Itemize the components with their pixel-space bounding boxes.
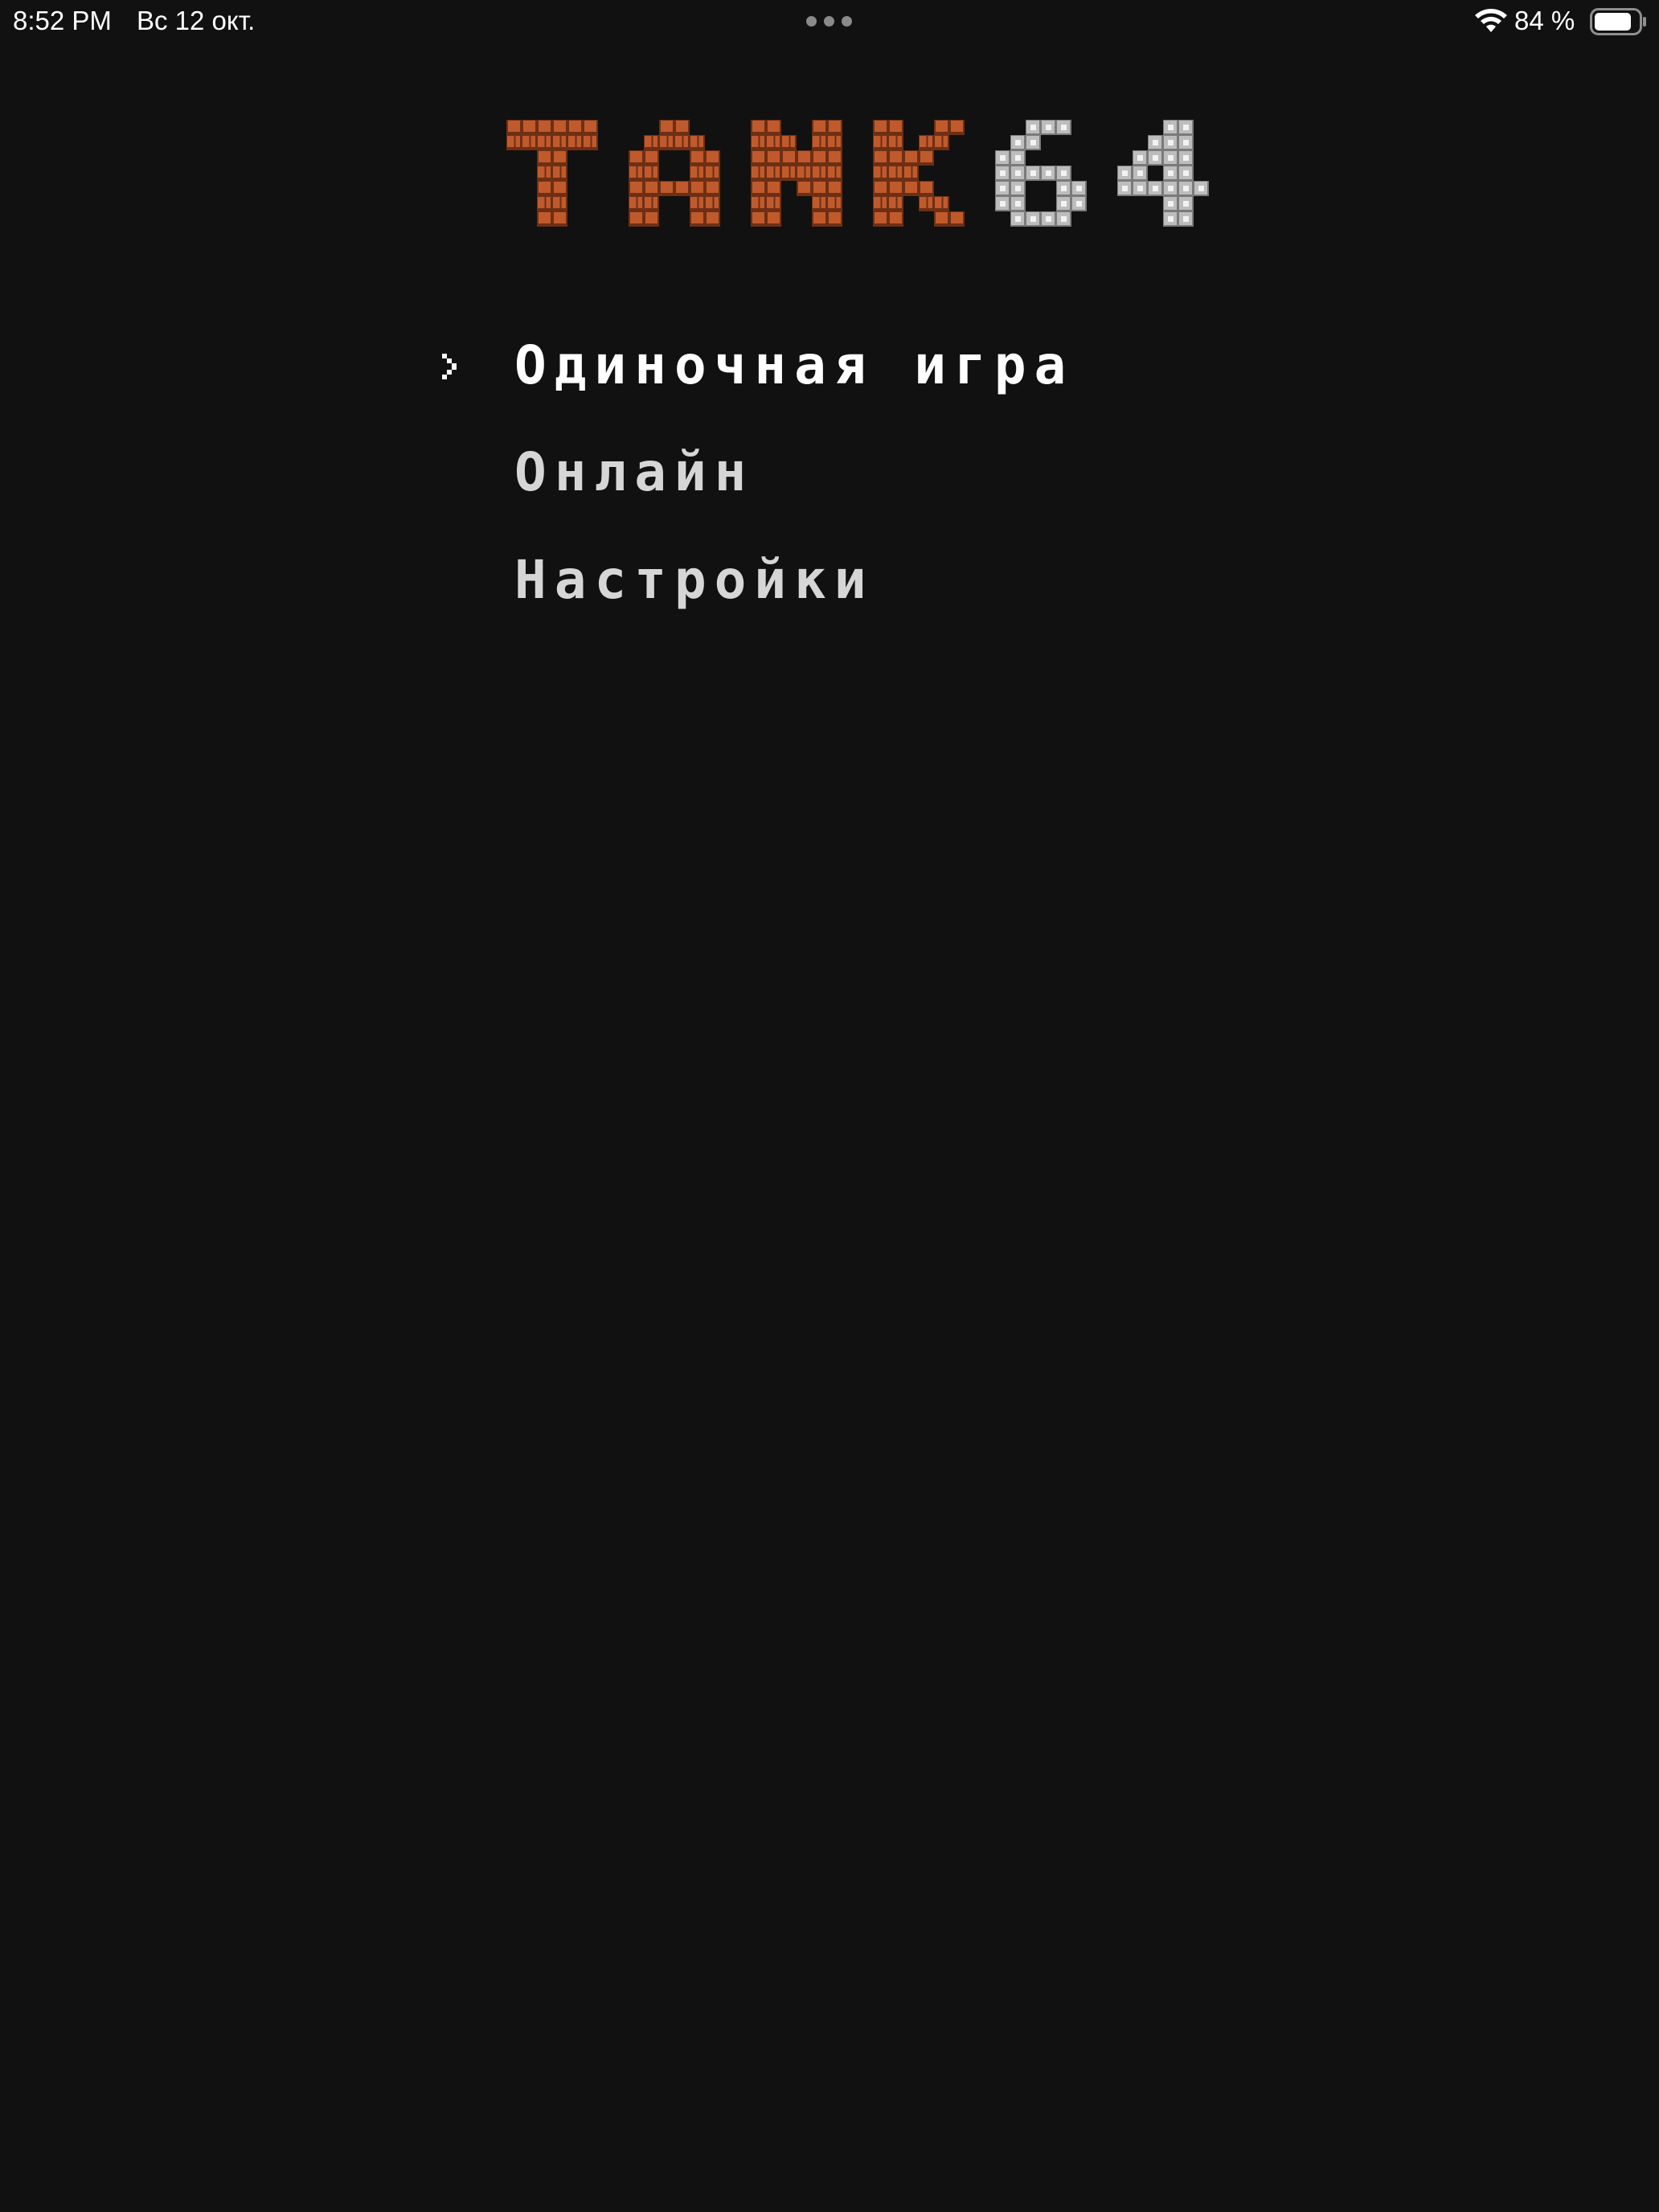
status-time: 8:52 PM [13, 6, 112, 35]
status-bar: 8:52 PM Вс 12 окт. 84 % [0, 0, 1659, 42]
menu-item-online[interactable]: Онлайн [514, 440, 754, 505]
wifi-icon [1475, 9, 1507, 32]
logo-letter-4 [1117, 120, 1209, 227]
multitasking-dots-icon[interactable] [806, 16, 853, 27]
battery-percent: 84 % [1514, 6, 1575, 35]
battery-icon [1590, 8, 1646, 35]
menu-item-settings[interactable]: Настройки [514, 548, 875, 612]
chevron-right-icon [442, 354, 457, 379]
logo-letter-K [873, 120, 965, 227]
status-date: Вс 12 окт. [137, 6, 256, 35]
logo-letter-T [506, 120, 598, 227]
logo-pixel-art [506, 120, 1209, 227]
logo-letter-A [629, 120, 720, 227]
menu-item-single-player[interactable]: Одиночная игра [514, 334, 1074, 398]
logo-letter-N [751, 120, 842, 227]
logo-letter-6 [995, 120, 1087, 227]
game-logo: TANK64 [506, 117, 1217, 229]
